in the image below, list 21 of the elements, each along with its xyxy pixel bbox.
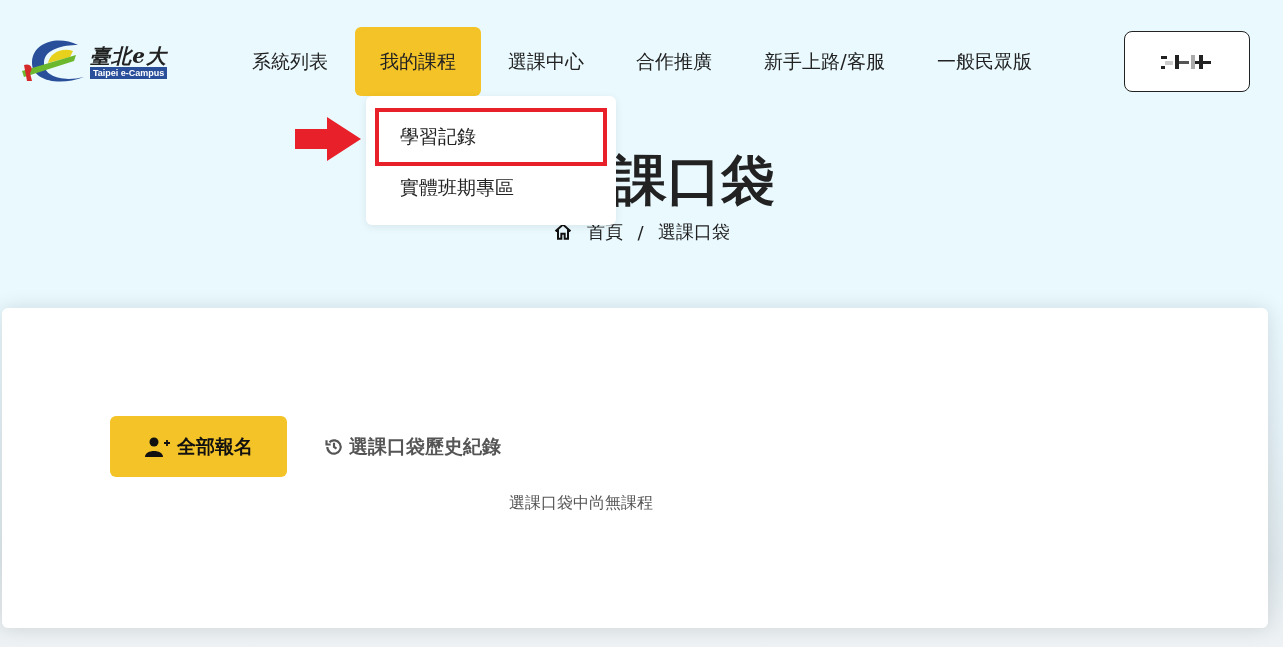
home-icon[interactable] bbox=[553, 222, 574, 242]
breadcrumb-separator: / bbox=[637, 221, 644, 243]
menu-item[interactable]: 學習記錄 bbox=[375, 108, 607, 166]
history-icon bbox=[324, 436, 344, 457]
nav-item[interactable]: 一般民眾版 bbox=[911, 27, 1057, 96]
breadcrumb-item: 選課口袋 bbox=[657, 220, 730, 244]
add-user-icon bbox=[144, 436, 171, 457]
logo-subtitle: Taipei e-Campus bbox=[90, 67, 168, 79]
nav-item[interactable]: 我的課程 bbox=[355, 27, 482, 96]
pixelated-text-icon bbox=[1161, 53, 1213, 70]
nav-item[interactable]: 新手上路/客服 bbox=[739, 27, 910, 96]
nav-item[interactable]: 選課中心 bbox=[483, 27, 610, 96]
history-link[interactable]: 選課口袋歷史紀錄 bbox=[324, 433, 501, 460]
login-button[interactable] bbox=[1124, 31, 1250, 92]
menu-item[interactable]: 實體班期專區 bbox=[375, 166, 607, 210]
nav-item[interactable]: 系統列表 bbox=[227, 27, 354, 96]
nav-item[interactable]: 合作推廣 bbox=[611, 27, 738, 96]
arrow-icon bbox=[295, 117, 361, 161]
enroll-all-button[interactable]: 全部報名 bbox=[110, 416, 287, 477]
empty-message: 選課口袋中尚無課程 bbox=[508, 493, 654, 514]
logo-title: 臺北e大 bbox=[90, 45, 168, 67]
